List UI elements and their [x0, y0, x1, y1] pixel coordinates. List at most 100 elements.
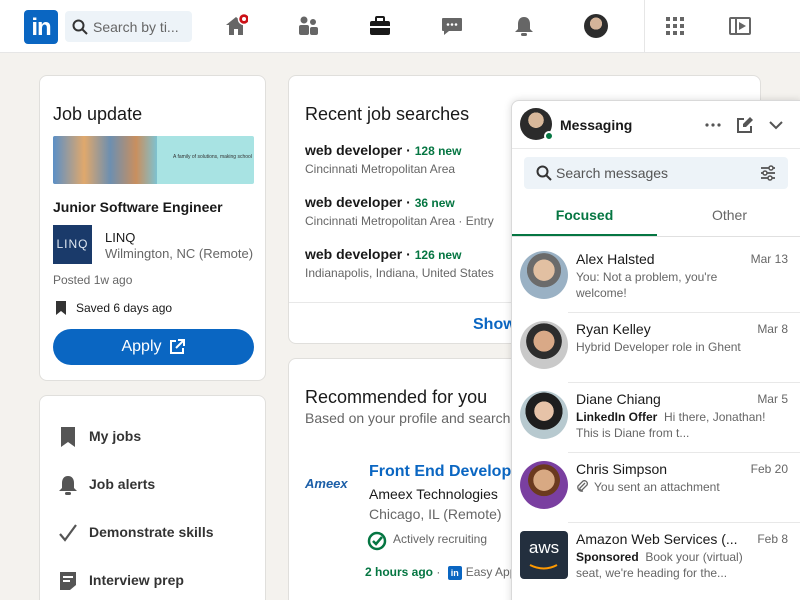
job-location: Wilmington, NC (Remote)	[105, 246, 254, 261]
message-tag: LinkedIn Offer	[576, 410, 658, 424]
bookmark-icon	[56, 301, 66, 315]
ameex-logo-text: Ameex	[305, 476, 348, 491]
job-update-heading: Job update	[53, 104, 143, 124]
search-icon	[536, 165, 552, 181]
bookmark-icon	[61, 427, 75, 447]
avatar	[520, 251, 568, 299]
apply-button[interactable]: Apply	[53, 329, 254, 365]
recommended-subtitle: Based on your profile and search	[305, 410, 511, 426]
learning-icon[interactable]	[728, 14, 752, 38]
message-tag: Sponsored	[576, 550, 639, 564]
message-snippet: You sent an attachment	[576, 479, 766, 495]
conversation-item[interactable]: aws Amazon Web Services (... Feb 8 Spons…	[512, 523, 800, 593]
posted-time: Posted 1w ago	[53, 273, 133, 287]
messaging-tabs: Focused Other	[512, 197, 800, 237]
nav-divider	[644, 0, 645, 53]
banner-people-image	[53, 136, 157, 184]
new-count: 126 new	[414, 248, 462, 262]
attachment-icon	[577, 480, 588, 492]
external-link-icon	[169, 339, 185, 354]
notifications-icon[interactable]	[512, 14, 536, 38]
apps-grid-icon[interactable]	[663, 14, 687, 38]
conversation-item[interactable]: Chris Simpson Feb 20 You sent an attachm…	[512, 453, 800, 523]
my-network-icon[interactable]	[296, 14, 320, 38]
message-date: Feb 20	[750, 462, 788, 476]
actively-recruiting: Actively recruiting	[367, 531, 487, 554]
message-snippet: Hybrid Developer role in Ghent	[576, 340, 741, 354]
demonstrate-skills-label: Demonstrate skills	[89, 524, 214, 540]
linkedin-logo[interactable]: in	[24, 10, 58, 44]
home-icon[interactable]	[224, 14, 248, 38]
conversation-item[interactable]: Diane Chiang Mar 5 LinkedIn Offer Hi the…	[512, 383, 800, 453]
checkmark-icon	[59, 524, 77, 542]
message-snippet: You: Not a problem, you're welcome!	[576, 270, 718, 300]
company-logo[interactable]: LINQ	[53, 225, 92, 264]
chevron-down-icon[interactable]	[766, 115, 786, 135]
messaging-panel: Messaging Search messages Focused Other …	[511, 100, 800, 600]
recruiting-icon	[367, 531, 387, 551]
new-count: 36 new	[414, 196, 455, 210]
avatar	[520, 321, 568, 369]
jobs-icon[interactable]	[368, 14, 392, 38]
posted-time: 2 hours ago	[365, 565, 434, 579]
interview-prep-label: Interview prep	[89, 572, 184, 588]
search-query: web developer	[305, 194, 403, 210]
more-options-icon[interactable]	[703, 115, 723, 135]
show-more-button[interactable]: Show	[473, 316, 516, 334]
aws-smile-icon	[529, 564, 558, 570]
message-snippet: LinkedIn Offer Hi there, Jonathan! This …	[576, 409, 766, 441]
bell-icon	[59, 476, 77, 495]
profile-avatar[interactable]	[584, 14, 608, 38]
recommended-heading: Recommended for you	[305, 387, 488, 407]
avatar	[520, 461, 568, 509]
easy-apply-label: Easy App	[465, 565, 517, 579]
recent-searches-heading: Recent job searches	[305, 104, 470, 124]
conversation-item[interactable]: Ryan Kelley Mar 8 Hybrid Developer role …	[512, 313, 800, 383]
new-count: 128 new	[414, 144, 462, 158]
search-query: web developer	[305, 246, 403, 262]
job-location: Chicago, IL (Remote)	[369, 506, 502, 522]
company-banner-image: A family of solutions, making school	[53, 136, 254, 184]
conversation-item[interactable]: Alex Halsted Mar 13 You: Not a problem, …	[512, 243, 800, 313]
recruiting-label: Actively recruiting	[393, 532, 488, 546]
search-icon	[72, 19, 88, 35]
message-snippet: Sponsored Book your (virtual) seat, we'r…	[576, 549, 766, 581]
contact-name: Diane Chiang	[576, 391, 661, 407]
message-date: Mar 5	[757, 392, 788, 406]
my-jobs-label: My jobs	[89, 428, 142, 444]
search-placeholder: Search by ti...	[93, 19, 179, 35]
contact-name: Amazon Web Services (...	[576, 531, 738, 547]
search-placeholder: Search messages	[556, 165, 669, 181]
job-meta: 2 hours ago · in Easy App	[365, 565, 517, 580]
message-date: Mar 13	[750, 252, 788, 266]
company-logo[interactable]: Ameex	[305, 476, 353, 502]
jobs-links-card: My jobs Job alerts Demonstrate skills In…	[39, 395, 266, 600]
banner-text: A family of solutions, making school	[173, 154, 252, 160]
job-title-link[interactable]: Front End Develope	[369, 463, 520, 481]
messaging-header[interactable]: Messaging	[512, 101, 800, 149]
aws-logo: aws	[520, 531, 568, 579]
clipboard-icon	[60, 572, 76, 590]
contact-name: Ryan Kelley	[576, 321, 651, 337]
online-status-indicator	[544, 131, 554, 141]
linkedin-mini-icon: in	[447, 565, 462, 580]
company-name: LINQ	[105, 230, 136, 245]
job-title[interactable]: Junior Software Engineer	[53, 199, 223, 215]
contact-name: Alex Halsted	[576, 251, 655, 267]
top-navigation-bar: in Search by ti...	[0, 0, 800, 53]
message-snippet-text: You sent an attachment	[594, 480, 720, 494]
messaging-icon[interactable]	[440, 14, 464, 38]
message-search-input[interactable]: Search messages	[524, 157, 788, 189]
contact-name: Chris Simpson	[576, 461, 668, 477]
tab-focused[interactable]: Focused	[512, 207, 657, 223]
avatar	[520, 391, 568, 439]
messaging-title: Messaging	[560, 117, 633, 133]
filter-icon[interactable]	[760, 165, 776, 181]
job-update-card: Job update A family of solutions, making…	[39, 75, 266, 381]
compose-message-icon[interactable]	[735, 115, 755, 135]
aws-logo-text: aws	[528, 538, 560, 557]
company-name: Ameex Technologies	[369, 486, 498, 502]
message-date: Feb 8	[757, 532, 788, 546]
tab-other[interactable]: Other	[657, 207, 800, 223]
global-search-input[interactable]: Search by ti...	[65, 11, 192, 42]
